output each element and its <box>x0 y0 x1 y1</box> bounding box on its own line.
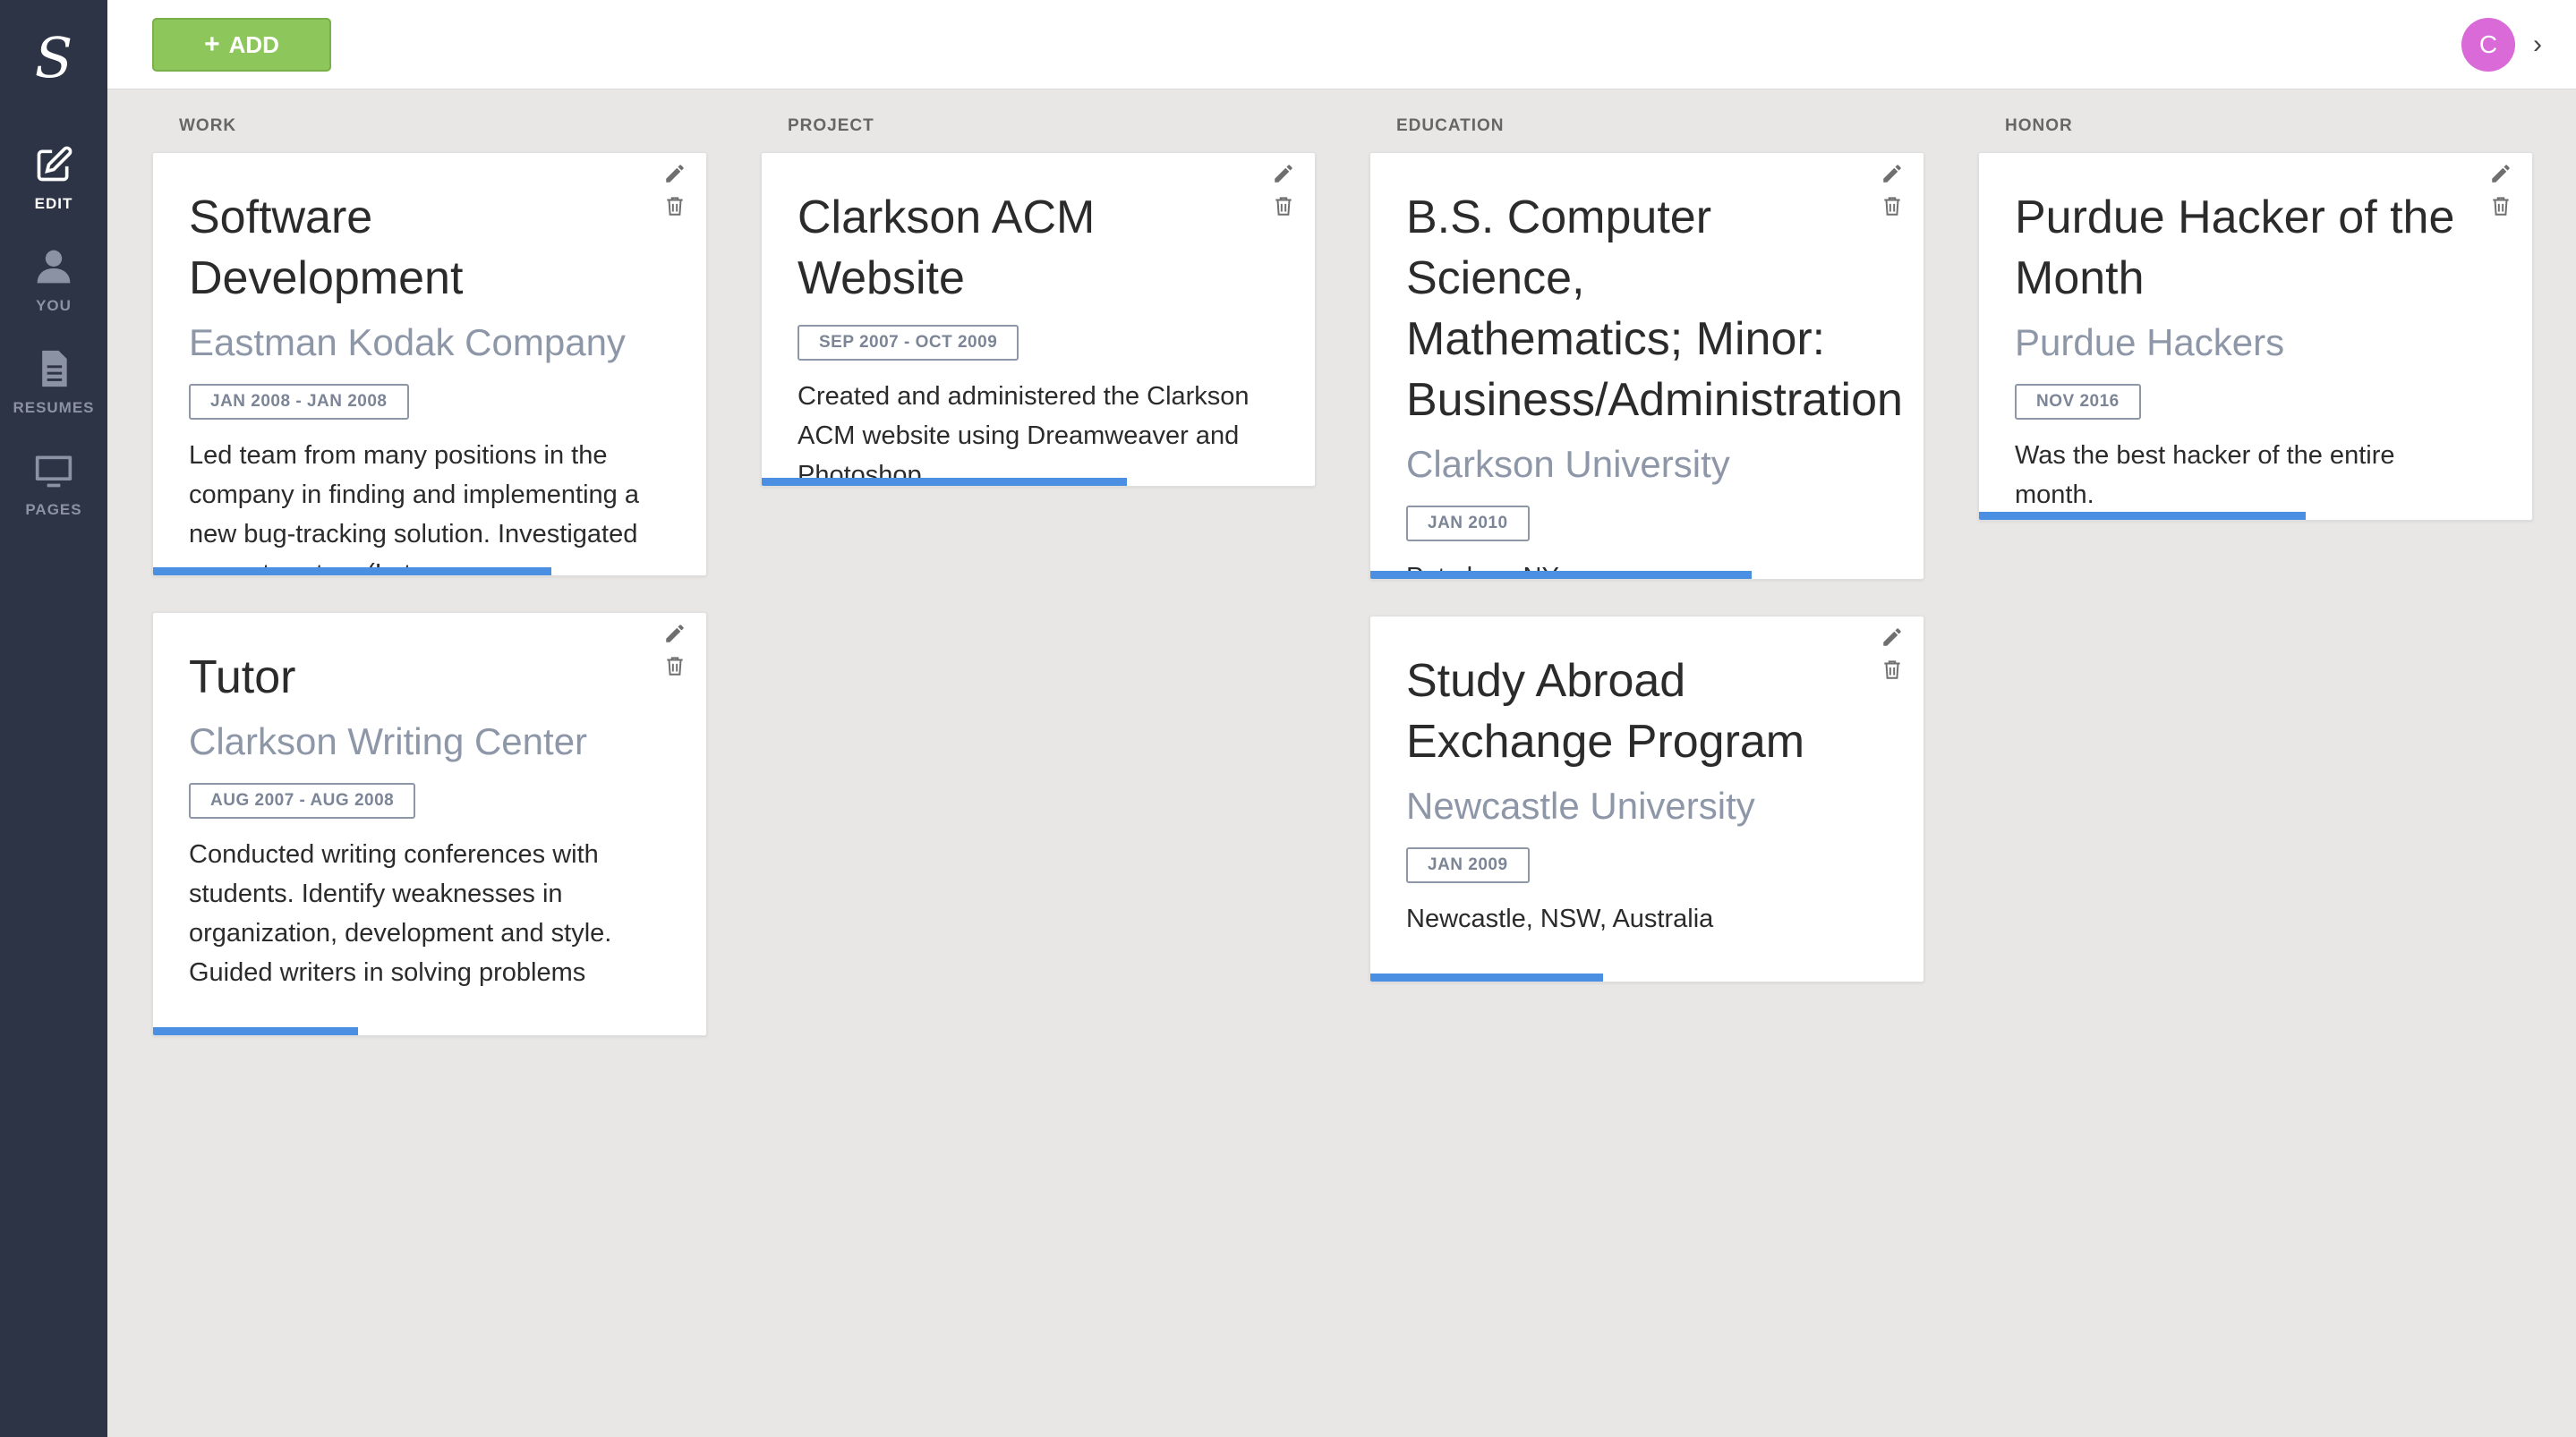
progress-bar <box>762 478 1127 486</box>
card-body: Purdue Hacker of the Month Purdue Hacker… <box>1979 153 2532 520</box>
sidebar-item-pages[interactable]: PAGES <box>0 440 107 530</box>
progress-bar <box>153 1027 358 1035</box>
date-badge: SEP 2007 - OCT 2009 <box>798 325 1019 361</box>
pencil-icon[interactable] <box>2489 162 2512 185</box>
sidebar-item-resumes[interactable]: RESUMES <box>0 338 107 428</box>
chevron-right-icon[interactable]: › <box>2524 25 2551 64</box>
card-actions <box>2487 162 2514 217</box>
sidebar-item-label: RESUMES <box>13 399 95 416</box>
card-actions <box>1270 162 1297 217</box>
card-description: Newcastle, NSW, Australia <box>1406 905 1714 933</box>
card-education-clarkson[interactable]: B.S. Computer Science, Mathematics; Mino… <box>1369 152 1924 580</box>
card-organization: Clarkson University <box>1406 443 1730 485</box>
card-actions <box>1879 625 1906 681</box>
card-project-clarkson-acm[interactable]: Clarkson ACM Website SEP 2007 - OCT 2009… <box>761 152 1316 487</box>
card-honor-purdue-hacker[interactable]: Purdue Hacker of the Month Purdue Hacker… <box>1978 152 2533 521</box>
add-button[interactable]: + ADD <box>152 18 331 72</box>
card-body: Study Abroad Exchange Program Newcastle … <box>1370 616 1923 973</box>
edit-icon <box>37 146 73 182</box>
column-header-work: WORK <box>179 116 237 135</box>
date-badge: JAN 2010 <box>1406 506 1530 541</box>
date-badge: AUG 2007 - AUG 2008 <box>189 783 416 819</box>
date-badge: JAN 2008 - JAN 2008 <box>189 384 409 420</box>
document-icon <box>42 350 67 387</box>
card-title: Clarkson ACM Website <box>798 191 1096 304</box>
trash-icon[interactable] <box>1881 194 1904 217</box>
sidebar-item-you[interactable]: YOU <box>0 236 107 326</box>
trash-icon[interactable] <box>1272 194 1295 217</box>
trash-icon[interactable] <box>663 194 687 217</box>
trash-icon[interactable] <box>1881 658 1904 681</box>
card-title: Software Development <box>189 191 464 304</box>
app-logo[interactable]: S <box>0 21 107 93</box>
card-description: Was the best hacker of the entire month. <box>2015 441 2395 509</box>
pencil-icon[interactable] <box>1272 162 1295 185</box>
card-organization: Purdue Hackers <box>2015 321 2285 363</box>
card-actions <box>1879 162 1906 217</box>
pencil-icon[interactable] <box>1881 162 1904 185</box>
card-body: B.S. Computer Science, Mathematics; Mino… <box>1370 153 1923 579</box>
pencil-icon[interactable] <box>663 162 687 185</box>
monitor-icon <box>35 455 73 488</box>
sidebar-item-label: YOU <box>36 297 72 314</box>
card-title: Tutor <box>189 651 296 703</box>
column-header-honor: HONOR <box>2005 116 2073 135</box>
trash-icon[interactable] <box>2489 194 2512 217</box>
card-actions <box>661 162 688 217</box>
sidebar-item-edit[interactable]: EDIT <box>0 134 107 224</box>
card-title: B.S. Computer Science, Mathematics; Mino… <box>1406 191 1903 426</box>
card-description: Created and administered the Clarkson AC… <box>798 382 1250 487</box>
card-actions <box>661 622 688 677</box>
user-icon <box>37 250 71 284</box>
plus-icon: + <box>204 30 220 59</box>
card-description: Conducted writing conferences with stude… <box>189 840 612 987</box>
sidebar: S EDIT YOU RESUMES PAGES <box>0 0 107 1437</box>
avatar[interactable]: C <box>2461 18 2515 72</box>
sidebar-item-label: PAGES <box>25 501 82 518</box>
card-body: Clarkson ACM Website SEP 2007 - OCT 2009… <box>762 153 1315 487</box>
progress-bar <box>153 567 551 575</box>
trash-icon[interactable] <box>663 654 687 677</box>
card-education-newcastle[interactable]: Study Abroad Exchange Program Newcastle … <box>1369 616 1924 982</box>
add-button-label: ADD <box>228 30 279 58</box>
card-organization: Eastman Kodak Company <box>189 321 626 363</box>
card-work-tutor[interactable]: Tutor Clarkson Writing Center AUG 2007 -… <box>152 612 707 1036</box>
date-badge: JAN 2009 <box>1406 847 1530 883</box>
column-header-project: PROJECT <box>788 116 874 135</box>
progress-bar <box>1370 974 1603 982</box>
pencil-icon[interactable] <box>1881 625 1904 649</box>
card-organization: Newcastle University <box>1406 785 1755 827</box>
sidebar-item-label: EDIT <box>34 195 73 212</box>
card-body: Tutor Clarkson Writing Center AUG 2007 -… <box>153 613 706 1026</box>
card-organization: Clarkson Writing Center <box>189 720 588 762</box>
column-header-education: EDUCATION <box>1396 116 1505 135</box>
top-bar: + ADD C › <box>107 0 2576 89</box>
card-title: Study Abroad Exchange Program <box>1406 655 1805 768</box>
card-description: Led team from many positions in the comp… <box>189 441 639 575</box>
card-title: Purdue Hacker of the Month <box>2015 191 2455 304</box>
progress-bar <box>1370 571 1753 579</box>
pencil-icon[interactable] <box>663 622 687 645</box>
card-work-software-development[interactable]: Software Development Eastman Kodak Compa… <box>152 152 707 576</box>
card-body: Software Development Eastman Kodak Compa… <box>153 153 706 575</box>
date-badge: NOV 2016 <box>2015 384 2141 420</box>
progress-bar <box>1979 512 2306 520</box>
